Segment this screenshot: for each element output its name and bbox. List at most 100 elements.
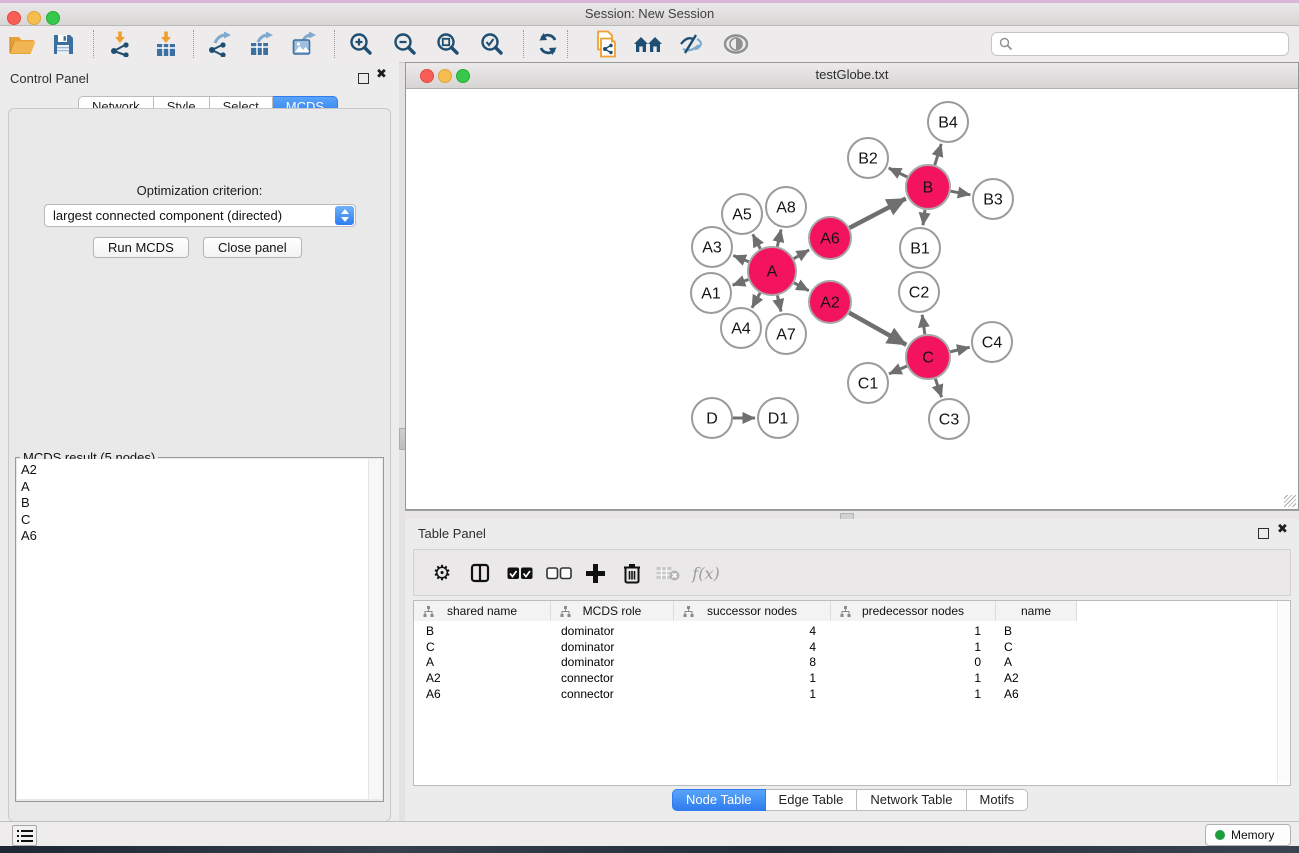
criterion-dropdown[interactable]: largest connected component (directed) [44, 204, 356, 227]
window-resize-grip-icon[interactable] [1284, 495, 1296, 507]
float-table-panel-icon[interactable] [1258, 528, 1269, 539]
graph-edge-B-B4[interactable] [935, 144, 941, 165]
table-cell[interactable]: 0 [831, 655, 996, 671]
refresh-icon[interactable] [532, 29, 564, 59]
table-cell[interactable]: 4 [674, 624, 831, 640]
network-window-titlebar[interactable]: testGlobe.txt [406, 63, 1298, 89]
zoom-selected-icon[interactable] [476, 29, 508, 59]
export-table-icon[interactable] [245, 29, 277, 59]
toggle-graphics-details-icon[interactable] [675, 29, 707, 59]
duplicate-network-icon[interactable] [590, 29, 622, 59]
close-table-panel-icon[interactable]: ✖ [1277, 522, 1288, 537]
table-cell[interactable]: 1 [674, 687, 831, 703]
graph-edge-C-C1[interactable] [889, 366, 907, 374]
export-network-icon[interactable] [203, 29, 235, 59]
mcds-result-list[interactable]: A2ABCA6 [17, 459, 368, 799]
zoom-fit-icon[interactable] [432, 29, 464, 59]
deselect-all-rows-icon[interactable] [544, 558, 574, 588]
table-cell[interactable]: 1 [674, 671, 831, 687]
graph-node-C4[interactable]: C4 [972, 322, 1012, 362]
graph-edge-A6-B[interactable] [850, 199, 906, 228]
graph-edge-A-A6[interactable] [794, 250, 809, 259]
graph-node-C3[interactable]: C3 [929, 399, 969, 439]
mcds-result-item[interactable]: A2 [17, 462, 368, 479]
tab-node-table[interactable]: Node Table [672, 789, 766, 811]
column-header-successor-nodes[interactable]: successor nodes [674, 601, 831, 621]
export-image-icon[interactable] [288, 29, 320, 59]
table-options-icon[interactable]: ⚙ [427, 558, 457, 588]
graph-node-B1[interactable]: B1 [900, 228, 940, 268]
birdseye-view-icon[interactable] [720, 29, 752, 59]
graph-node-A7[interactable]: A7 [766, 314, 806, 354]
tab-motifs[interactable]: Motifs [967, 789, 1029, 811]
mcds-result-item[interactable]: C [17, 512, 368, 529]
select-all-rows-icon[interactable] [505, 558, 535, 588]
table-row[interactable]: Adominator80A [414, 655, 1284, 671]
table-cell[interactable]: 8 [674, 655, 831, 671]
graph-edge-C-C4[interactable] [950, 347, 969, 352]
graph-node-B3[interactable]: B3 [973, 179, 1013, 219]
table-cell[interactable]: A6 [996, 687, 1077, 703]
column-header-name[interactable]: name [996, 601, 1077, 621]
graph-edge-A-A2[interactable] [794, 283, 809, 291]
delete-table-icon[interactable] [653, 558, 683, 588]
float-panel-icon[interactable] [358, 73, 369, 84]
table-cell[interactable]: dominator [551, 640, 674, 656]
search-input[interactable] [1018, 34, 1282, 54]
memory-button[interactable]: Memory [1205, 824, 1291, 846]
table-cell[interactable]: 1 [831, 624, 996, 640]
search-box[interactable] [991, 32, 1289, 56]
graph-edge-A-A5[interactable] [753, 234, 761, 249]
delete-column-icon[interactable] [617, 558, 647, 588]
table-cell[interactable]: A2 [996, 671, 1077, 687]
column-header-predecessor-nodes[interactable]: predecessor nodes [831, 601, 996, 621]
column-header-shared-name[interactable]: shared name [414, 601, 551, 621]
graph-node-C2[interactable]: C2 [899, 272, 939, 312]
graph-node-B2[interactable]: B2 [848, 138, 888, 178]
graph-node-A8[interactable]: A8 [766, 187, 806, 227]
save-session-icon[interactable] [47, 29, 79, 59]
column-selector-icon[interactable] [465, 558, 495, 588]
table-cell[interactable]: dominator [551, 624, 674, 640]
mcds-result-item[interactable]: B [17, 495, 368, 512]
graph-edge-B-B1[interactable] [923, 210, 925, 225]
table-row[interactable]: A2connector11A2 [414, 671, 1284, 687]
graph-edge-C-C3[interactable] [935, 379, 941, 397]
graph-node-C1[interactable]: C1 [848, 363, 888, 403]
import-table-icon[interactable] [150, 29, 182, 59]
table-cell[interactable]: B [414, 624, 551, 640]
zoom-out-icon[interactable] [389, 29, 421, 59]
run-mcds-button[interactable]: Run MCDS [93, 237, 189, 258]
graph-node-A5[interactable]: A5 [722, 194, 762, 234]
import-network-icon[interactable] [104, 29, 136, 59]
close-panel-icon[interactable]: ✖ [376, 67, 387, 82]
zoom-in-icon[interactable] [345, 29, 377, 59]
table-row[interactable]: Cdominator41C [414, 640, 1284, 656]
table-cell[interactable]: A [996, 655, 1077, 671]
tab-edge-table[interactable]: Edge Table [766, 789, 858, 811]
graph-edge-A-A4[interactable] [752, 293, 760, 308]
function-builder-icon[interactable]: f(x) [686, 558, 726, 588]
column-header-MCDS-role[interactable]: MCDS role [551, 601, 674, 621]
table-cell[interactable]: dominator [551, 655, 674, 671]
graph-edge-A2-C[interactable] [849, 313, 906, 345]
mcds-result-scrollbar[interactable] [368, 459, 382, 799]
network-graph-canvas[interactable]: ABCA2A6A1A3A4A5A7A8B1B2B3B4C1C2C3C4DD1 [406, 89, 1298, 509]
close-panel-button[interactable]: Close panel [203, 237, 302, 258]
task-history-button[interactable] [12, 825, 37, 846]
table-cell[interactable]: B [996, 624, 1077, 640]
graph-node-A1[interactable]: A1 [691, 273, 731, 313]
graph-node-A6[interactable]: A6 [809, 217, 851, 259]
table-cell[interactable]: 4 [674, 640, 831, 656]
table-cell[interactable]: 1 [831, 671, 996, 687]
open-session-icon[interactable] [6, 29, 38, 59]
graph-edge-B-B2[interactable] [889, 168, 908, 177]
graph-edge-B-B3[interactable] [951, 191, 971, 195]
table-cell[interactable]: C [996, 640, 1077, 656]
graph-node-A4[interactable]: A4 [721, 308, 761, 348]
table-cell[interactable]: C [414, 640, 551, 656]
graph-node-B[interactable]: B [906, 165, 950, 209]
add-column-icon[interactable] [580, 558, 610, 588]
table-cell[interactable]: connector [551, 687, 674, 703]
home-icon[interactable] [632, 29, 664, 59]
